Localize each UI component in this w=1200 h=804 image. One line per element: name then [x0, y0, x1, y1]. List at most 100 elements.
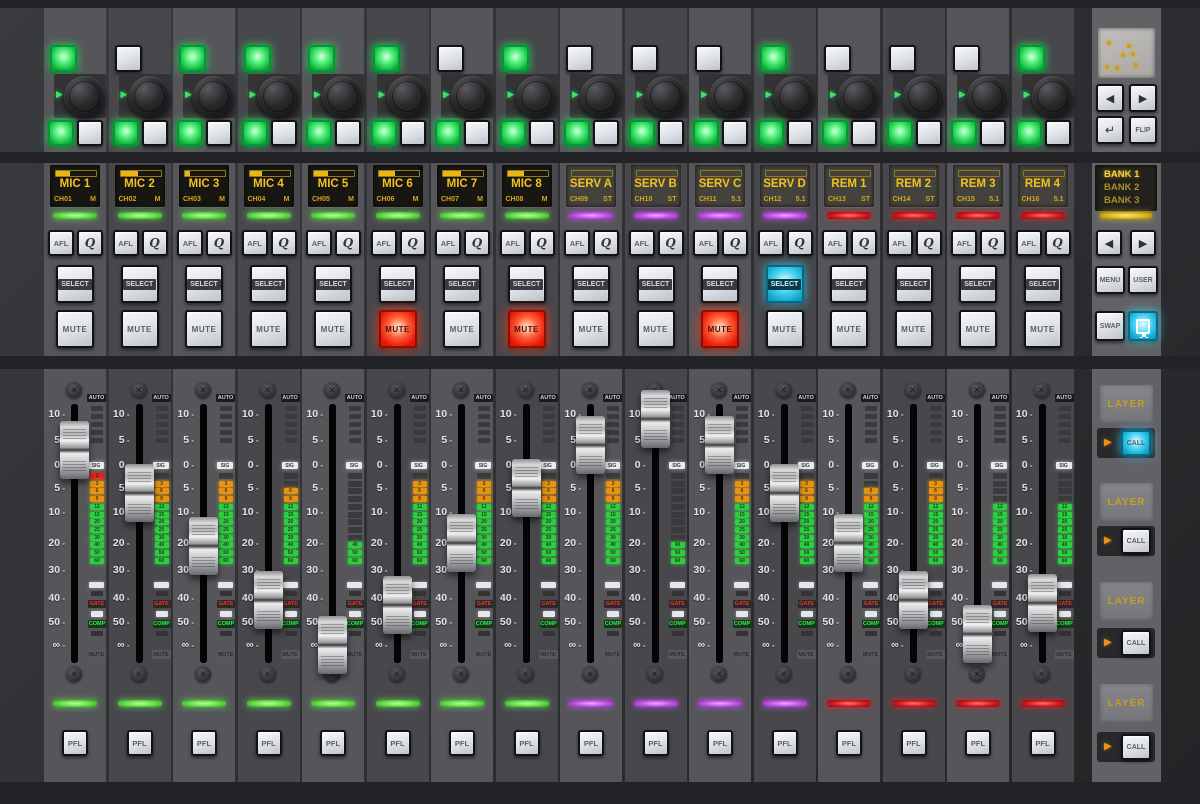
q-button[interactable]: Q — [851, 230, 877, 256]
pfl-button[interactable]: PFL — [1030, 730, 1056, 756]
q-button[interactable]: Q — [916, 230, 942, 256]
function-button-b[interactable] — [658, 120, 684, 146]
q-button[interactable]: Q — [142, 230, 168, 256]
mute-button[interactable]: MUTE — [830, 310, 868, 348]
function-button-a[interactable] — [371, 120, 397, 146]
q-button[interactable]: Q — [787, 230, 813, 256]
function-button-a[interactable] — [500, 120, 526, 146]
function-button-b[interactable] — [335, 120, 361, 146]
channel-on-button[interactable] — [308, 45, 335, 72]
mute-button[interactable]: MUTE — [701, 310, 739, 348]
q-button[interactable]: Q — [722, 230, 748, 256]
fader-cap[interactable] — [1028, 574, 1057, 632]
channel-on-button[interactable] — [373, 45, 400, 72]
rotary-encoder-knob[interactable] — [580, 76, 621, 117]
channel-on-button[interactable] — [889, 45, 916, 72]
select-button[interactable]: SELECT — [56, 265, 94, 303]
q-button[interactable]: Q — [271, 230, 297, 256]
fader-cap[interactable] — [576, 416, 605, 474]
channel-on-button[interactable] — [631, 45, 658, 72]
function-button-a[interactable] — [48, 120, 74, 146]
function-button-b[interactable] — [851, 120, 877, 146]
pfl-button[interactable]: PFL — [707, 730, 733, 756]
call-button[interactable]: CALL — [1121, 734, 1151, 760]
afl-button[interactable]: AFL — [48, 230, 74, 256]
user-button[interactable]: USER — [1128, 266, 1158, 294]
pfl-button[interactable]: PFL — [191, 730, 217, 756]
select-button[interactable]: SELECT — [959, 265, 997, 303]
afl-button[interactable]: AFL — [500, 230, 526, 256]
q-button[interactable]: Q — [529, 230, 555, 256]
mute-button[interactable]: MUTE — [121, 310, 159, 348]
function-button-b[interactable] — [722, 120, 748, 146]
select-button[interactable]: SELECT — [701, 265, 739, 303]
fader-cap[interactable] — [641, 390, 670, 448]
q-button[interactable]: Q — [77, 230, 103, 256]
q-button[interactable]: Q — [335, 230, 361, 256]
rotary-encoder-knob[interactable] — [258, 76, 299, 117]
afl-button[interactable]: AFL — [758, 230, 784, 256]
bank-left-button[interactable]: ◀ — [1096, 84, 1124, 112]
fader-cap[interactable] — [60, 421, 89, 479]
call-button[interactable]: CALL — [1121, 430, 1151, 456]
channel-on-button[interactable] — [1018, 45, 1045, 72]
q-button[interactable]: Q — [593, 230, 619, 256]
function-button-b[interactable] — [593, 120, 619, 146]
q-button[interactable]: Q — [400, 230, 426, 256]
pfl-button[interactable]: PFL — [127, 730, 153, 756]
mute-button[interactable]: MUTE — [379, 310, 417, 348]
pfl-button[interactable]: PFL — [256, 730, 282, 756]
fader-cap[interactable] — [834, 514, 863, 572]
function-button-a[interactable] — [887, 120, 913, 146]
q-button[interactable]: Q — [1045, 230, 1071, 256]
function-button-a[interactable] — [693, 120, 719, 146]
select-button[interactable]: SELECT — [443, 265, 481, 303]
channel-on-button[interactable] — [437, 45, 464, 72]
afl-button[interactable]: AFL — [113, 230, 139, 256]
fader-cap[interactable] — [963, 605, 992, 663]
afl-button[interactable]: AFL — [306, 230, 332, 256]
pfl-button[interactable]: PFL — [643, 730, 669, 756]
pfl-button[interactable]: PFL — [772, 730, 798, 756]
mute-button[interactable]: MUTE — [185, 310, 223, 348]
channel-on-button[interactable] — [695, 45, 722, 72]
select-button[interactable]: SELECT — [1024, 265, 1062, 303]
function-button-a[interactable] — [822, 120, 848, 146]
select-button[interactable]: SELECT — [379, 265, 417, 303]
rotary-encoder-knob[interactable] — [774, 76, 815, 117]
rotary-encoder-knob[interactable] — [322, 76, 363, 117]
call-button[interactable]: CALL — [1121, 630, 1151, 656]
pfl-button[interactable]: PFL — [320, 730, 346, 756]
fader-cap[interactable] — [254, 571, 283, 629]
channel-right-button[interactable]: ▶ — [1130, 230, 1156, 256]
q-button[interactable]: Q — [464, 230, 490, 256]
function-button-a[interactable] — [629, 120, 655, 146]
pfl-button[interactable]: PFL — [836, 730, 862, 756]
channel-on-button[interactable] — [502, 45, 529, 72]
mute-button[interactable]: MUTE — [443, 310, 481, 348]
function-button-b[interactable] — [464, 120, 490, 146]
rotary-encoder-knob[interactable] — [709, 76, 750, 117]
pfl-button[interactable]: PFL — [578, 730, 604, 756]
function-button-b[interactable] — [916, 120, 942, 146]
mute-button[interactable]: MUTE — [572, 310, 610, 348]
function-button-b[interactable] — [77, 120, 103, 146]
channel-on-button[interactable] — [953, 45, 980, 72]
fader-cap[interactable] — [125, 464, 154, 522]
monitor-button[interactable] — [1128, 311, 1158, 341]
channel-on-button[interactable] — [115, 45, 142, 72]
select-button[interactable]: SELECT — [314, 265, 352, 303]
function-button-b[interactable] — [206, 120, 232, 146]
enter-button[interactable]: ↵ — [1096, 116, 1124, 144]
channel-on-button[interactable] — [179, 45, 206, 72]
select-button[interactable]: SELECT — [572, 265, 610, 303]
fader-cap[interactable] — [899, 571, 928, 629]
fader-cap[interactable] — [770, 464, 799, 522]
afl-button[interactable]: AFL — [564, 230, 590, 256]
channel-on-button[interactable] — [566, 45, 593, 72]
afl-button[interactable]: AFL — [822, 230, 848, 256]
mute-button[interactable]: MUTE — [959, 310, 997, 348]
pfl-button[interactable]: PFL — [514, 730, 540, 756]
mute-button[interactable]: MUTE — [1024, 310, 1062, 348]
afl-button[interactable]: AFL — [435, 230, 461, 256]
